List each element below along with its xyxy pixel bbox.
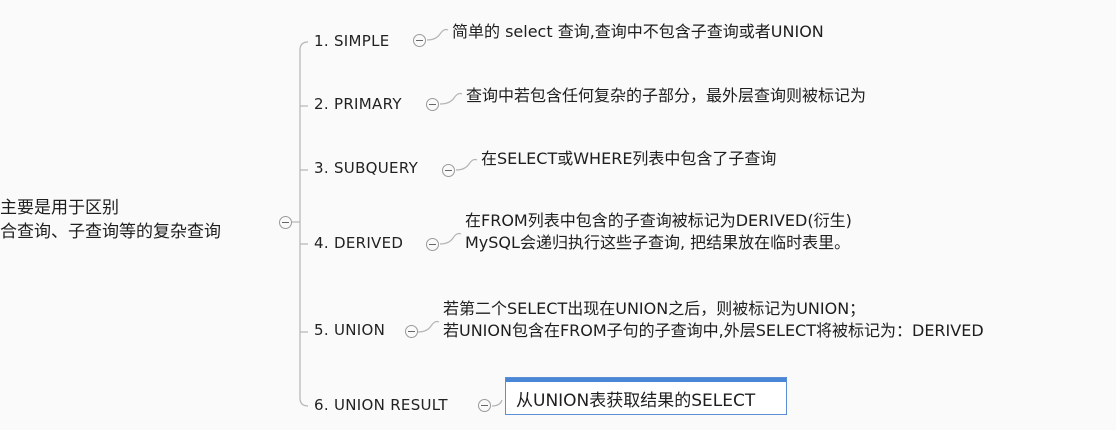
root-line-2: 合查询、子查询等的复杂查询 — [0, 222, 221, 242]
node-subquery: 3. SUBQUERY — [314, 159, 419, 177]
node-primary-description: 查询中若包含任何复杂的子部分，最外层查询则被标记为 — [466, 85, 866, 107]
node-derived-description-line-1: 在FROM列表中包含的子查询被标记为DERIVED(衍生) — [465, 211, 852, 230]
node-derived-collapse-toggle[interactable] — [426, 238, 439, 251]
root-node: 主要是用于区别 合查询、子查询等的复杂查询 — [0, 196, 221, 244]
node-subquery-description: 在SELECT或WHERE列表中包含了子查询 — [481, 148, 776, 170]
root-line-1: 主要是用于区别 — [0, 198, 119, 218]
node-union-result-description-line-1: 从UNION表获取结果的SELECT — [516, 391, 756, 411]
node-union-description-line-1: 若第二个SELECT出现在UNION之后，则被标记为UNION； — [443, 299, 866, 318]
node-simple: 1. SIMPLE — [314, 32, 390, 50]
node-derived: 4. DERIVED — [314, 234, 404, 252]
root-collapse-toggle[interactable] — [279, 216, 292, 229]
node-union-collapse-toggle[interactable] — [405, 325, 418, 338]
node-primary-collapse-toggle[interactable] — [426, 98, 439, 111]
node-union-result-collapse-toggle[interactable] — [478, 399, 491, 412]
node-union-description-line-2: 若UNION包含在FROM子句的子查询中,外层SELECT将被标记为：DERIV… — [443, 321, 984, 340]
node-union-description: 若第二个SELECT出现在UNION之后，则被标记为UNION； 若UNION包… — [443, 298, 984, 342]
node-simple-collapse-toggle[interactable] — [413, 34, 426, 47]
node-simple-description-line-1: 简单的 select 查询,查询中不包含子查询或者UNION — [452, 22, 824, 41]
node-primary-description-line-1: 查询中若包含任何复杂的子部分，最外层查询则被标记为 — [466, 86, 867, 105]
node-derived-description-line-2: MySQL会递归执行这些子查询, 把结果放在临时表里。 — [465, 233, 851, 252]
selection-handle-bar[interactable] — [506, 378, 786, 382]
node-derived-description: 在FROM列表中包含的子查询被标记为DERIVED(衍生) MySQL会递归执行… — [465, 210, 852, 254]
node-union-result-description-selected[interactable]: 从UNION表获取结果的SELECT — [505, 377, 787, 415]
node-subquery-collapse-toggle[interactable] — [442, 164, 455, 177]
node-primary: 2. PRIMARY — [314, 95, 402, 113]
node-union-result: 6. UNION RESULT — [314, 396, 448, 414]
node-simple-description: 简单的 select 查询,查询中不包含子查询或者UNION — [452, 21, 824, 43]
node-subquery-description-line-1: 在SELECT或WHERE列表中包含了子查询 — [481, 149, 777, 168]
node-union: 5. UNION — [314, 321, 386, 339]
